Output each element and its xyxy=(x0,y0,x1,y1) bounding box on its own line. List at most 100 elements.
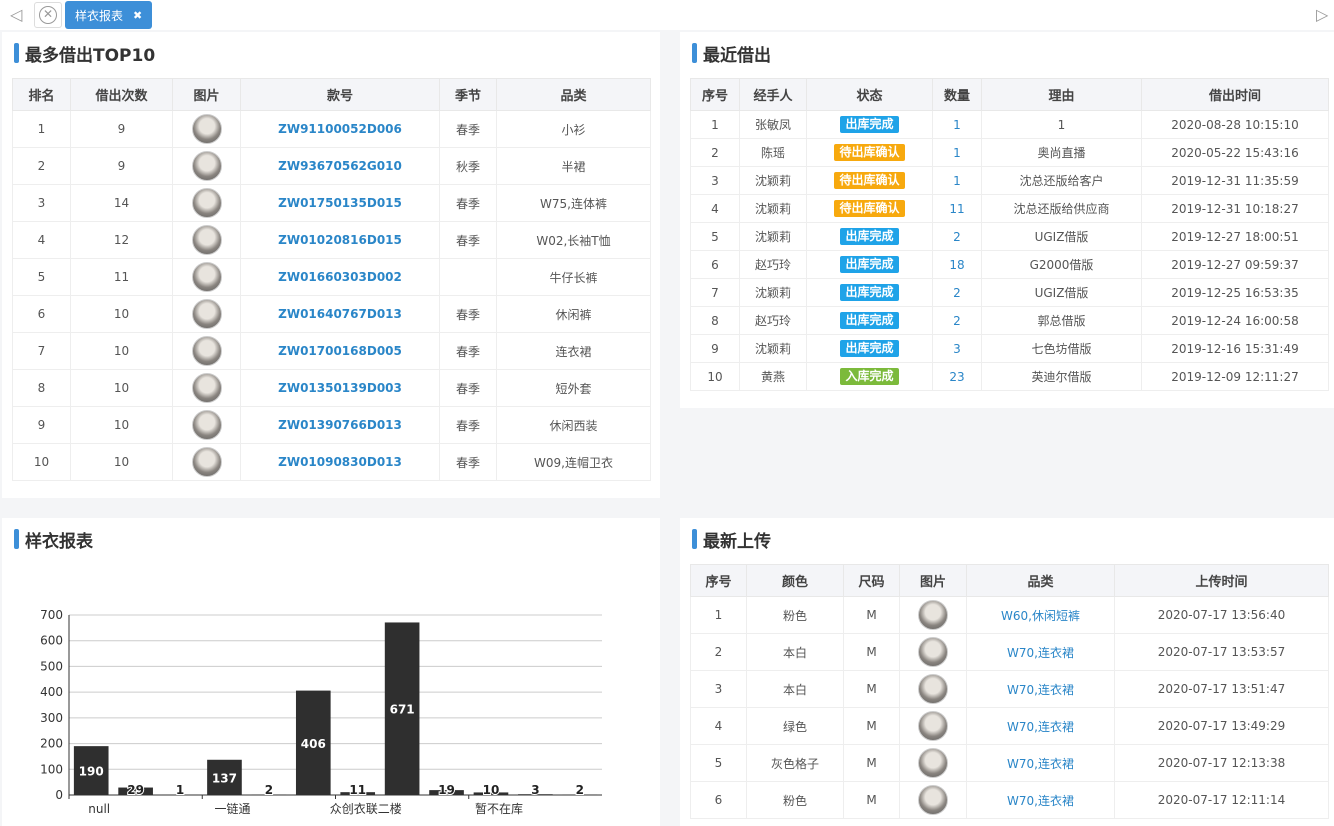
table-cell: 2 xyxy=(932,278,982,307)
recent-table: 序号 经手人 状态 数量 理由 借出时间 1 张敏凤 出库完成 1 1 2020-08-28 10:… xyxy=(690,78,1329,391)
table-row[interactable]: 6 粉色 M W70,连衣裙 2020-07-17 12:11:14 xyxy=(690,781,1329,819)
table-row[interactable]: 5 灰色格子 M W70,连衣裙 2020-07-17 12:13:38 xyxy=(690,744,1329,782)
category-link[interactable]: W70,连衣裙 xyxy=(1007,720,1074,734)
table-row[interactable]: 8 10 ZW01350139D003 春季 短外套 xyxy=(12,369,651,407)
quantity-link[interactable]: 1 xyxy=(953,118,961,132)
table-row[interactable]: 10 黄燕 入库完成 23 英迪尔借版 2019-12-09 12:11:27 xyxy=(690,362,1329,391)
sample-thumbnail[interactable] xyxy=(191,447,222,477)
table-row[interactable]: 1 张敏凤 出库完成 1 1 2020-08-28 10:15:10 xyxy=(690,110,1329,139)
table-cell: ZW01390766D013 xyxy=(240,406,440,444)
sample-thumbnail[interactable] xyxy=(918,637,948,667)
scroll-right-icon[interactable]: ▷ xyxy=(1316,6,1328,24)
style-code-link[interactable]: ZW01350139D003 xyxy=(278,381,402,395)
sample-thumbnail[interactable] xyxy=(918,600,948,630)
sample-thumbnail[interactable] xyxy=(918,748,948,778)
cell-text: 绿色 xyxy=(782,719,807,734)
quantity-link[interactable]: 3 xyxy=(953,342,961,356)
table-cell xyxy=(172,221,241,259)
table-row[interactable]: 9 沈颖莉 出库完成 3 七色坊借版 2019-12-16 15:31:49 xyxy=(690,334,1329,363)
cell-text: 7 xyxy=(711,285,719,300)
style-code-link[interactable]: ZW01090830D013 xyxy=(278,455,402,469)
style-code-link[interactable]: ZW01660303D002 xyxy=(278,270,402,284)
tab-close-icon[interactable]: ✖ xyxy=(133,9,142,22)
quantity-link[interactable]: 1 xyxy=(953,174,961,188)
cell-text: 5 xyxy=(37,270,46,284)
category-link[interactable]: W70,连衣裙 xyxy=(1007,794,1074,808)
style-code-link[interactable]: ZW93670562G010 xyxy=(278,159,402,173)
quantity-link[interactable]: 2 xyxy=(953,286,961,300)
table-row[interactable]: 3 14 ZW01750135D015 春季 W75,连体裤 xyxy=(12,184,651,222)
sample-thumbnail[interactable] xyxy=(191,336,222,366)
style-code-link[interactable]: ZW01640767D013 xyxy=(278,307,402,321)
table-row[interactable]: 2 本白 M W70,连衣裙 2020-07-17 13:53:57 xyxy=(690,633,1329,671)
data-label: 137 xyxy=(212,771,237,785)
table-row[interactable]: 6 赵巧玲 出库完成 18 G2000借版 2019-12-27 09:59:37 xyxy=(690,250,1329,279)
category-link[interactable]: W60,休闲短裤 xyxy=(1001,609,1080,623)
table-row[interactable]: 4 沈颖莉 待出库确认 11 沈总还版给供应商 2019-12-31 10:18:27 xyxy=(690,194,1329,223)
quantity-link[interactable]: 11 xyxy=(949,202,964,216)
sample-thumbnail[interactable] xyxy=(191,299,222,329)
table-cell: 10 xyxy=(690,362,740,391)
sample-thumbnail[interactable] xyxy=(191,262,222,292)
tab-sample-report[interactable]: 样衣报表 ✖ xyxy=(65,1,153,29)
table-row[interactable]: 5 11 ZW01660303D002 牛仔长裤 xyxy=(12,258,651,296)
category-link[interactable]: W70,连衣裙 xyxy=(1007,683,1074,697)
style-code-link[interactable]: ZW01390766D013 xyxy=(278,418,402,432)
sample-thumbnail[interactable] xyxy=(191,373,222,403)
x-tick-label: null xyxy=(88,802,110,816)
table-cell: 9 xyxy=(70,147,173,185)
style-code-link[interactable]: ZW01020816D015 xyxy=(278,233,402,247)
table-cell: M xyxy=(843,744,900,782)
quantity-link[interactable]: 23 xyxy=(949,370,964,384)
table-row[interactable]: 7 沈颖莉 出库完成 2 UGIZ借版 2019-12-25 16:53:35 xyxy=(690,278,1329,307)
data-label: 1 xyxy=(176,783,184,797)
style-code-link[interactable]: ZW01700168D005 xyxy=(278,344,402,358)
table-row[interactable]: 2 9 ZW93670562G010 秋季 半裙 xyxy=(12,147,651,185)
sample-thumbnail[interactable] xyxy=(191,114,222,144)
cell-text: 4 xyxy=(37,233,46,247)
quantity-link[interactable]: 1 xyxy=(953,146,961,160)
table-row[interactable]: 5 沈颖莉 出库完成 2 UGIZ借版 2019-12-27 18:00:51 xyxy=(690,222,1329,251)
sample-thumbnail[interactable] xyxy=(191,410,222,440)
sample-thumbnail[interactable] xyxy=(191,188,222,218)
category-link[interactable]: W70,连衣裙 xyxy=(1007,757,1074,771)
table-cell: 4 xyxy=(690,194,740,223)
table-row[interactable]: 4 绿色 M W70,连衣裙 2020-07-17 13:49:29 xyxy=(690,707,1329,745)
column-header: 上传时间 xyxy=(1114,564,1329,597)
column-header: 品类 xyxy=(966,564,1115,597)
column-header: 序号 xyxy=(690,564,747,597)
table-row[interactable]: 8 赵巧玲 出库完成 2 郭总借版 2019-12-24 16:00:58 xyxy=(690,306,1329,335)
quantity-link[interactable]: 18 xyxy=(949,258,964,272)
table-row[interactable]: 4 12 ZW01020816D015 春季 W02,长袖T恤 xyxy=(12,221,651,259)
sample-thumbnail[interactable] xyxy=(918,674,948,704)
table-row[interactable]: 7 10 ZW01700168D005 春季 连衣裙 xyxy=(12,332,651,370)
table-row[interactable]: 9 10 ZW01390766D013 春季 休闲西装 xyxy=(12,406,651,444)
table-cell: 沈总还版给供应商 xyxy=(981,194,1142,223)
sample-thumbnail[interactable] xyxy=(191,225,222,255)
sample-thumbnail[interactable] xyxy=(918,711,948,741)
scroll-left-icon[interactable]: ◁ xyxy=(10,6,22,24)
quantity-link[interactable]: 2 xyxy=(953,230,961,244)
table-row[interactable]: 3 沈颖莉 待出库确认 1 沈总还版给客户 2019-12-31 11:35:59 xyxy=(690,166,1329,195)
table-cell: 出库完成 xyxy=(806,278,933,307)
sample-thumbnail[interactable] xyxy=(918,785,948,815)
style-code-link[interactable]: ZW91100052D006 xyxy=(278,122,402,136)
close-all-tabs-button[interactable]: ✕ xyxy=(34,2,62,28)
quantity-link[interactable]: 2 xyxy=(953,314,961,328)
table-row[interactable]: 1 9 ZW91100052D006 春季 小衫 xyxy=(12,110,651,148)
table-row[interactable]: 1 粉色 M W60,休闲短裤 2020-07-17 13:56:40 xyxy=(690,596,1329,634)
table-row[interactable]: 6 10 ZW01640767D013 春季 休闲裤 xyxy=(12,295,651,333)
table-row[interactable]: 2 陈瑶 待出库确认 1 奥尚直播 2020-05-22 15:43:16 xyxy=(690,138,1329,167)
table-cell: 11 xyxy=(70,258,173,296)
status-badge: 入库完成 xyxy=(840,368,899,385)
cell-text: 短外套 xyxy=(555,381,592,396)
cell-text: 1 xyxy=(714,608,723,622)
cell-text: 沈颖莉 xyxy=(754,286,791,300)
style-code-link[interactable]: ZW01750135D015 xyxy=(278,196,402,210)
data-label: 2 xyxy=(576,783,584,797)
sample-thumbnail[interactable] xyxy=(191,151,222,181)
table-row[interactable]: 10 10 ZW01090830D013 春季 W09,连帽卫衣 xyxy=(12,443,651,481)
category-link[interactable]: W70,连衣裙 xyxy=(1007,646,1074,660)
table-cell: M xyxy=(843,596,900,634)
table-row[interactable]: 3 本白 M W70,连衣裙 2020-07-17 13:51:47 xyxy=(690,670,1329,708)
